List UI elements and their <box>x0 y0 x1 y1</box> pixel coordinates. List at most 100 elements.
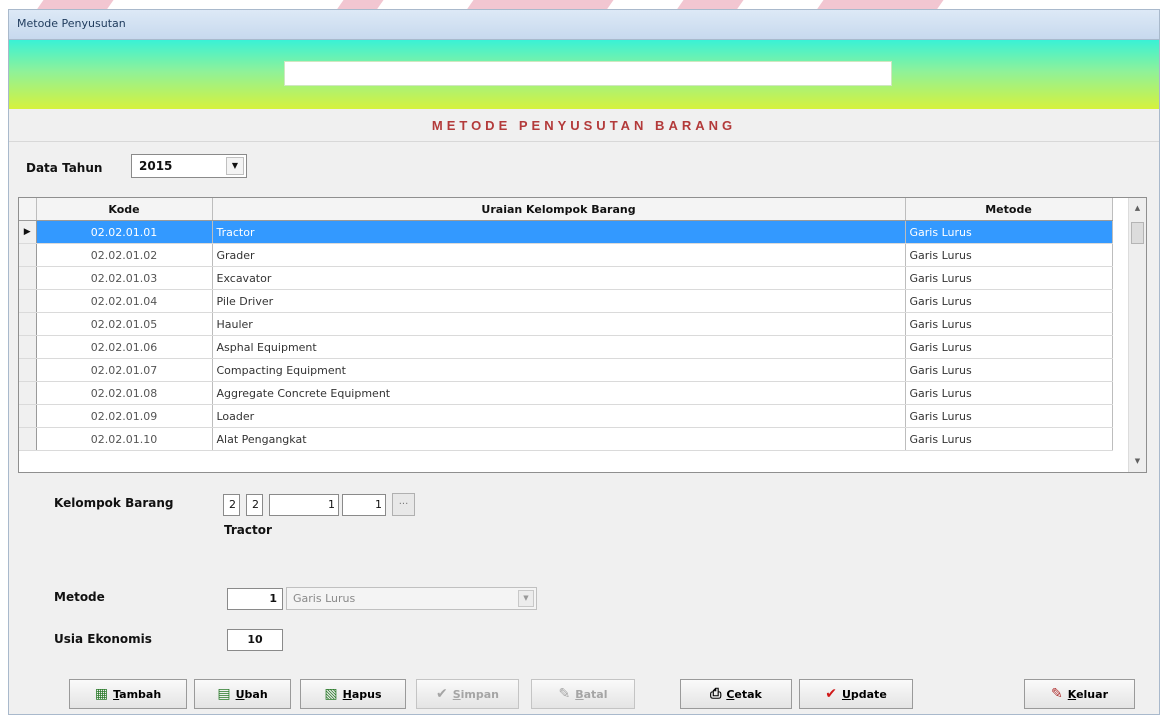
tambah-label: Tambah <box>113 687 162 701</box>
cell-metode[interactable]: Garis Lurus <box>905 266 1113 290</box>
cell-kode[interactable]: 02.02.01.04 <box>36 289 213 313</box>
page-title: METODE PENYUSUTAN BARANG <box>431 118 737 133</box>
cell-kode[interactable]: 02.02.01.03 <box>36 266 213 290</box>
cell-uraian[interactable]: Grader <box>212 243 906 267</box>
usia-ekonomis-field[interactable]: 10 <box>227 629 283 651</box>
cell-kode[interactable]: 02.02.01.02 <box>36 243 213 267</box>
table-row[interactable]: 02.02.01.07 Compacting Equipment Garis L… <box>19 358 1113 382</box>
year-select[interactable]: 2015 ▼ <box>131 154 247 178</box>
ubah-button[interactable]: ▤ Ubah <box>194 679 291 709</box>
row-selector[interactable] <box>19 312 37 336</box>
cell-uraian[interactable]: Excavator <box>212 266 906 290</box>
cell-metode[interactable]: Garis Lurus <box>905 381 1113 405</box>
update-button[interactable]: ✔ Update <box>799 679 913 709</box>
ubah-label: Ubah <box>235 687 268 701</box>
table-row[interactable]: 02.02.01.08 Aggregate Concrete Equipment… <box>19 381 1113 405</box>
cell-kode[interactable]: 02.02.01.07 <box>36 358 213 382</box>
table-row[interactable]: 02.02.01.03 Excavator Garis Lurus <box>19 266 1113 290</box>
printer-icon: ⎙ <box>710 686 722 702</box>
cell-metode[interactable]: Garis Lurus <box>905 427 1113 451</box>
row-selector[interactable] <box>19 335 37 359</box>
cell-metode[interactable]: Garis Lurus <box>905 404 1113 428</box>
kelompok-label: Kelompok Barang <box>54 496 174 510</box>
chevron-down-icon[interactable]: ▼ <box>518 590 534 607</box>
batal-button[interactable]: ✎ Batal <box>531 679 635 709</box>
year-value: 2015 <box>139 159 173 173</box>
kelompok-code-4[interactable]: 1 <box>342 494 386 516</box>
checkmark-icon: ✔ <box>825 686 837 702</box>
cell-uraian[interactable]: Aggregate Concrete Equipment <box>212 381 906 405</box>
table-row[interactable]: 02.02.01.04 Pile Driver Garis Lurus <box>19 289 1113 313</box>
cell-uraian[interactable]: Loader <box>212 404 906 428</box>
kelompok-name: Tractor <box>224 523 272 537</box>
cell-metode[interactable]: Garis Lurus <box>905 335 1113 359</box>
edit-record-icon: ▤ <box>217 686 231 702</box>
scroll-up-icon[interactable]: ▲ <box>1129 200 1146 217</box>
usia-label: Usia Ekonomis <box>54 632 152 646</box>
cell-metode[interactable]: Garis Lurus <box>905 243 1113 267</box>
data-grid[interactable]: Kode Uraian Kelompok Barang Metode ▶ 02.… <box>18 197 1147 473</box>
cell-uraian[interactable]: Asphal Equipment <box>212 335 906 359</box>
scroll-thumb[interactable] <box>1131 222 1144 244</box>
cell-kode[interactable]: 02.02.01.10 <box>36 427 213 451</box>
cell-metode[interactable]: Garis Lurus <box>905 289 1113 313</box>
column-header-uraian[interactable]: Uraian Kelompok Barang <box>212 198 906 221</box>
row-pointer-icon[interactable]: ▶ <box>19 220 37 244</box>
banner-input[interactable] <box>284 61 892 86</box>
table-row[interactable]: 02.02.01.02 Grader Garis Lurus <box>19 243 1113 267</box>
cell-metode[interactable]: Garis Lurus <box>905 312 1113 336</box>
kelompok-code-3[interactable]: 1 <box>269 494 339 516</box>
table-row[interactable]: 02.02.01.10 Alat Pengangkat Garis Lurus <box>19 427 1113 451</box>
window-title: Metode Penyusutan <box>17 17 126 30</box>
cell-kode[interactable]: 02.02.01.01 <box>36 220 213 244</box>
chevron-down-icon[interactable]: ▼ <box>226 157 244 175</box>
row-selector[interactable] <box>19 427 37 451</box>
kelompok-code-1[interactable]: 2 <box>223 494 240 516</box>
vertical-scrollbar[interactable]: ▲ ▼ <box>1128 198 1146 472</box>
cell-uraian[interactable]: Pile Driver <box>212 289 906 313</box>
cell-metode[interactable]: Garis Lurus <box>905 220 1113 244</box>
row-selector[interactable] <box>19 404 37 428</box>
grid-table: Kode Uraian Kelompok Barang Metode ▶ 02.… <box>19 198 1113 451</box>
row-selector[interactable] <box>19 289 37 313</box>
row-selector[interactable] <box>19 358 37 382</box>
row-selector[interactable] <box>19 266 37 290</box>
add-record-icon: ▦ <box>94 686 109 702</box>
cell-uraian[interactable]: Alat Pengangkat <box>212 427 906 451</box>
cetak-button[interactable]: ⎙ Cetak <box>680 679 792 709</box>
cell-kode[interactable]: 02.02.01.09 <box>36 404 213 428</box>
grid-header: Kode Uraian Kelompok Barang Metode <box>19 198 1113 221</box>
cell-kode[interactable]: 02.02.01.08 <box>36 381 213 405</box>
metode-code-field[interactable]: 1 <box>227 588 283 610</box>
column-header-kode[interactable]: Kode <box>36 198 213 221</box>
metode-label: Metode <box>54 590 105 604</box>
table-row[interactable]: 02.02.01.05 Hauler Garis Lurus <box>19 312 1113 336</box>
table-row[interactable]: 02.02.01.06 Asphal Equipment Garis Lurus <box>19 335 1113 359</box>
row-selector[interactable] <box>19 381 37 405</box>
cell-kode[interactable]: 02.02.01.05 <box>36 312 213 336</box>
row-selector[interactable] <box>19 243 37 267</box>
cell-kode[interactable]: 02.02.01.06 <box>36 335 213 359</box>
metode-select[interactable]: Garis Lurus ▼ <box>286 587 537 610</box>
checkmark-icon: ✔ <box>435 686 448 702</box>
cell-uraian[interactable]: Tractor <box>212 220 906 244</box>
table-row[interactable]: 02.02.01.09 Loader Garis Lurus <box>19 404 1113 428</box>
cell-uraian[interactable]: Hauler <box>212 312 906 336</box>
tambah-button[interactable]: ▦ Tambah <box>69 679 187 709</box>
keluar-button[interactable]: ✎ Keluar <box>1024 679 1135 709</box>
update-label: Update <box>841 687 887 701</box>
delete-record-icon: ▧ <box>324 686 338 702</box>
table-row[interactable]: ▶ 02.02.01.01 Tractor Garis Lurus <box>19 220 1113 244</box>
column-header-metode[interactable]: Metode <box>905 198 1113 221</box>
hapus-label: Hapus <box>342 687 382 701</box>
row-selector-header <box>19 198 37 221</box>
kelompok-code-2[interactable]: 2 <box>246 494 263 516</box>
cell-metode[interactable]: Garis Lurus <box>905 358 1113 382</box>
header-banner <box>9 40 1159 109</box>
cell-uraian[interactable]: Compacting Equipment <box>212 358 906 382</box>
simpan-button[interactable]: ✔ Simpan <box>416 679 519 709</box>
hapus-button[interactable]: ▧ Hapus <box>300 679 406 709</box>
lookup-icon[interactable]: ··· <box>392 493 415 516</box>
year-label: Data Tahun <box>26 161 103 175</box>
scroll-down-icon[interactable]: ▼ <box>1129 453 1146 470</box>
